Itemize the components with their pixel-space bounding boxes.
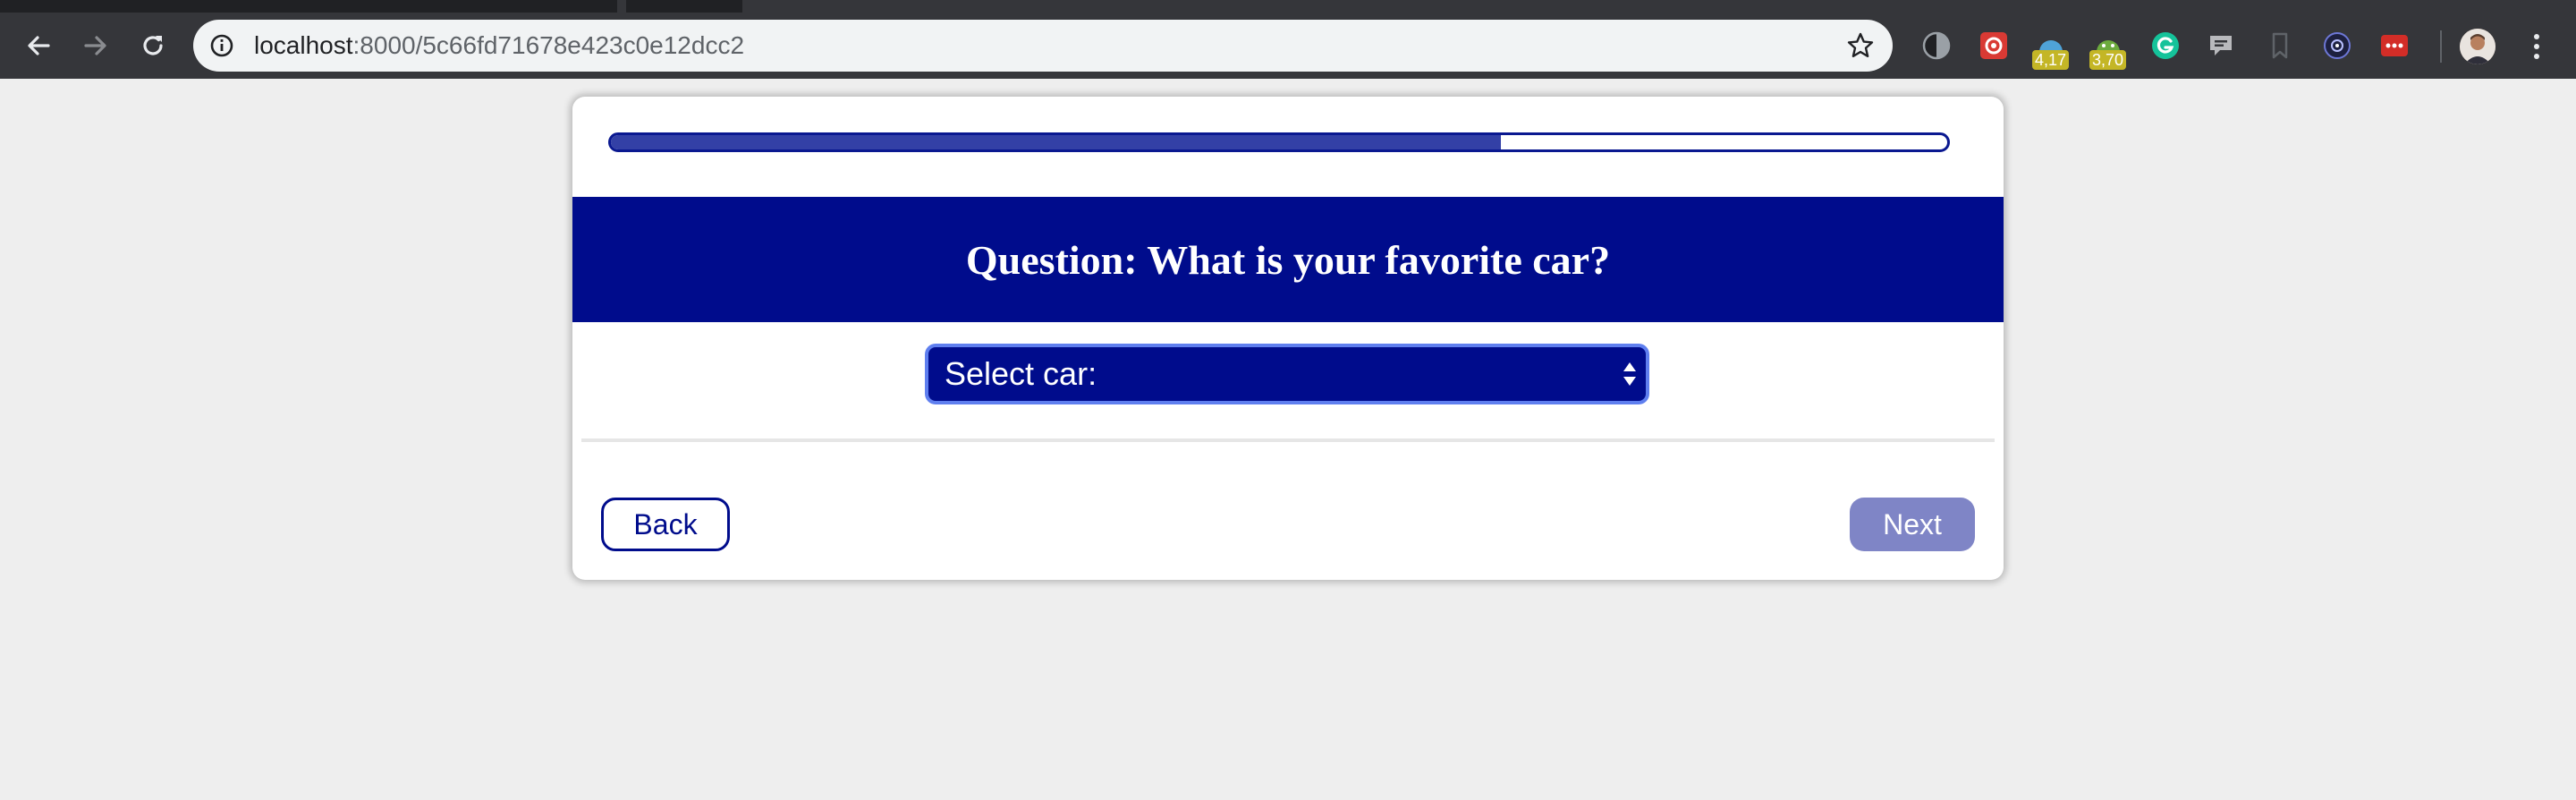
reload-button[interactable] <box>132 25 174 66</box>
url-host: localhost <box>254 31 353 59</box>
browser-toolbar: localhost:8000/5c66fd71678e423c0e12dcc2 … <box>0 13 2576 79</box>
contrast-icon[interactable] <box>1919 29 1953 63</box>
car-select[interactable]: Select car: <box>928 347 1646 401</box>
android-extension-icon[interactable]: 3,70 <box>2089 29 2127 70</box>
progress-bar <box>608 132 1950 152</box>
info-icon[interactable] <box>209 33 234 58</box>
red-extension-icon[interactable] <box>1977 29 2011 63</box>
arrow-right-icon <box>84 36 106 55</box>
comment-extension-icon[interactable] <box>2206 29 2240 63</box>
profile-avatar[interactable] <box>2460 29 2496 64</box>
select-arrows-icon <box>1623 362 1636 386</box>
tab-edge <box>617 0 626 13</box>
url-path: :8000/5c66fd71678e423c0e12dcc2 <box>352 31 745 59</box>
forward-nav-button[interactable] <box>75 25 116 66</box>
divider <box>581 438 1995 442</box>
grammarly-icon[interactable] <box>2148 29 2182 63</box>
survey-card: Question: What is your favorite car? Sel… <box>572 97 2004 580</box>
url-text: localhost:8000/5c66fd71678e423c0e12dcc2 <box>254 20 744 72</box>
question-title: Question: What is your favorite car? <box>965 236 1611 283</box>
more-menu-icon[interactable] <box>2526 29 2547 64</box>
tab-edge <box>742 0 2576 13</box>
bookmark-star-icon[interactable] <box>1846 31 1875 60</box>
address-bar[interactable]: localhost:8000/5c66fd71678e423c0e12dcc2 <box>193 20 1893 72</box>
lastpass-icon[interactable] <box>2377 29 2411 63</box>
bookmark-icon[interactable] <box>2263 29 2297 63</box>
toolbar-separator <box>2440 30 2442 63</box>
extension-badge: 4,17 <box>2032 50 2070 70</box>
car-select-value: Select car: <box>945 355 1097 392</box>
question-header: Question: What is your favorite car? <box>572 197 2004 322</box>
blue-extension-icon[interactable]: 4,17 <box>2032 29 2070 70</box>
progress-fill <box>611 135 1501 149</box>
extension-badge: 3,70 <box>2089 50 2127 70</box>
back-nav-button[interactable] <box>18 25 59 66</box>
person-icon <box>2460 29 2496 64</box>
back-button[interactable]: Back <box>601 498 730 551</box>
reload-icon <box>143 36 163 55</box>
next-button[interactable]: Next <box>1850 498 1975 551</box>
browser-tab-strip <box>0 0 2576 13</box>
target-extension-icon[interactable] <box>2320 29 2354 63</box>
arrow-left-icon <box>28 36 50 55</box>
